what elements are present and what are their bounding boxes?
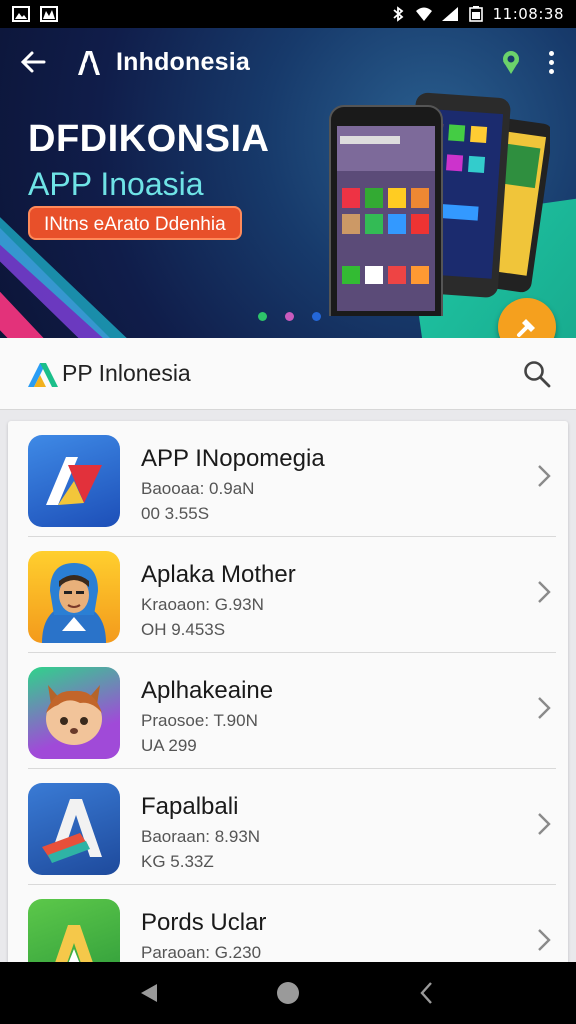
app-meta: Paraoan: G.230 <box>141 943 262 962</box>
app-meta: Praosoe: T.90N <box>141 711 258 730</box>
app-meta: Baooaa: 0.9aN <box>141 479 255 498</box>
list-item[interactable]: APP INopomegia Baooaa: 0.9aN 00 3.55S <box>8 421 568 537</box>
chevron-right-icon <box>538 813 551 835</box>
signal-icon <box>441 7 458 21</box>
carousel-dot[interactable] <box>312 312 321 321</box>
chevron-right-icon <box>538 465 551 487</box>
hero-banner[interactable]: Inhdonesia DFDIKONSIA APP Inoasia INtns … <box>0 28 576 338</box>
app-meta: 00 3.55S <box>141 504 210 523</box>
app-name: Pords Uclar <box>141 909 267 936</box>
list-item[interactable]: Fapalbali Baoraan: 8.93N KG 5.33Z <box>8 769 568 885</box>
brand-logo-icon <box>78 51 100 75</box>
search-icon[interactable] <box>522 359 552 389</box>
app-meta: OH 9.453S <box>141 620 226 639</box>
carousel-indicator <box>258 312 321 321</box>
nav-recents-button[interactable] <box>407 973 447 1013</box>
screen: 11:08:38 Inhdonesia DFDIKONSIA APP Inoas… <box>0 0 576 1024</box>
app-a-orange-icon <box>28 783 120 875</box>
gallery-icon <box>40 6 58 22</box>
home-circle-icon <box>276 982 299 1004</box>
nav-home-button[interactable] <box>268 973 308 1013</box>
back-triangle-icon <box>141 984 158 1002</box>
carousel-dot[interactable] <box>258 312 267 321</box>
list-item[interactable]: Aplaka Mother Kraoaon: G.93N OH 9.453S <box>8 537 568 653</box>
recents-icon <box>420 982 432 1004</box>
hero-title: DFDIKONSIA <box>28 118 270 160</box>
hammer-icon <box>517 319 535 337</box>
app-meta: KG 5.33Z <box>141 852 214 871</box>
system-nav-bar <box>0 962 576 1024</box>
hero-subtitle: APP Inoasia <box>28 166 204 202</box>
chevron-right-icon <box>538 697 551 719</box>
chevron-right-icon <box>538 581 551 603</box>
phones-illustration <box>329 92 550 316</box>
app-logo-icon <box>28 362 58 387</box>
wifi-icon <box>415 7 432 21</box>
app-meta: UA 299 <box>141 736 197 755</box>
app-meta: Baoraan: 8.93N <box>141 827 261 846</box>
status-bar: 11:08:38 <box>0 0 576 28</box>
battery-icon <box>468 6 483 22</box>
app-name: Aplaka Mother <box>141 561 296 588</box>
brand-name: Inhdonesia <box>116 47 250 76</box>
app-name: APP INopomegia <box>141 445 325 472</box>
nav-back-button[interactable] <box>129 973 169 1013</box>
app-a-red-icon <box>28 435 120 527</box>
clock: 11:08:38 <box>492 5 564 23</box>
fox-face-icon <box>28 667 120 759</box>
app-meta: Kraoaon: G.93N <box>141 595 264 614</box>
search-header-title: PP Inlonesia <box>62 360 191 386</box>
hero-promo-badge[interactable]: INtns eArato Ddenhia <box>28 206 242 240</box>
app-name: Fapalbali <box>141 793 239 820</box>
back-arrow-icon[interactable] <box>18 47 48 77</box>
list-item[interactable]: Aplhakeaine Praosoe: T.90N UA 299 <box>8 653 568 769</box>
search-header: PP Inlonesia <box>0 338 576 410</box>
image-icon <box>12 6 30 22</box>
chevron-right-icon <box>538 929 551 951</box>
bluetooth-icon <box>393 6 404 22</box>
carousel-dot[interactable] <box>285 312 294 321</box>
app-name: Aplhakeaine <box>141 677 274 704</box>
app-list: APP INopomegia Baooaa: 0.9aN 00 3.55S Ap… <box>8 421 568 981</box>
hooded-man-icon <box>28 551 120 643</box>
